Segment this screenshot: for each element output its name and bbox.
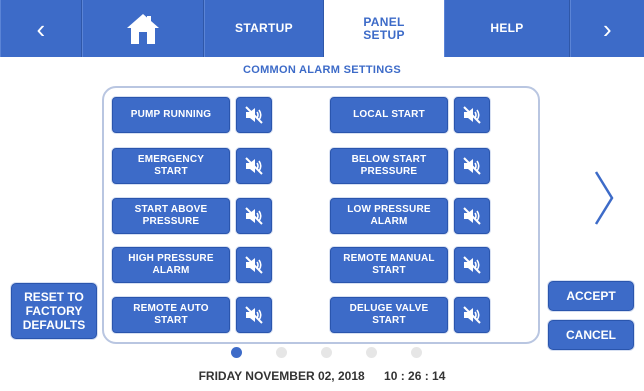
mute-toggle-button[interactable] <box>454 297 490 333</box>
reset-to-factory-defaults-button[interactable]: RESET TO FACTORY DEFAULTS <box>11 283 97 339</box>
mute-toggle-button[interactable] <box>454 97 490 133</box>
home-icon <box>127 13 159 44</box>
tab-help[interactable]: HELP <box>444 0 570 57</box>
section-title: COMMON ALARM SETTINGS <box>242 64 402 76</box>
tab-help-label: HELP <box>490 21 524 35</box>
tab-startup[interactable]: STARTUP <box>204 0 324 57</box>
alarm-button-label: DELUGE VALVE START <box>349 303 429 326</box>
speaker-muted-icon <box>463 256 481 274</box>
speaker-muted-icon <box>463 207 481 225</box>
alarm-button-left-3[interactable]: HIGH PRESSURE ALARM <box>112 247 230 283</box>
chevron-right-icon: › <box>603 13 612 44</box>
page-next-arrow-icon[interactable] <box>592 168 616 228</box>
tab-panel-setup-label: PANEL SETUP <box>363 14 405 42</box>
next-button[interactable]: › <box>570 0 644 57</box>
alarm-button-label: EMERGENCY START <box>137 154 205 177</box>
speaker-muted-icon <box>463 306 481 324</box>
pagination-dot-2[interactable] <box>276 347 287 358</box>
speaker-muted-icon <box>245 106 263 124</box>
tab-panel-setup[interactable]: PANEL SETUP <box>324 0 444 57</box>
mute-toggle-button[interactable] <box>236 148 272 184</box>
speaker-muted-icon <box>245 256 263 274</box>
speaker-muted-icon <box>245 207 263 225</box>
alarm-button-left-2[interactable]: START ABOVE PRESSURE <box>112 198 230 234</box>
footer-time: 10 : 26 : 14 <box>384 369 446 383</box>
alarm-button-right-0[interactable]: LOCAL START <box>330 97 448 133</box>
alarm-button-label: PUMP RUNNING <box>130 109 212 120</box>
mute-toggle-button[interactable] <box>236 198 272 234</box>
mute-toggle-button[interactable] <box>454 247 490 283</box>
accept-button-label: ACCEPT <box>566 289 616 303</box>
top-nav-bar: ‹ STARTUP PANEL SETUP HELP › <box>0 0 644 57</box>
accept-button[interactable]: ACCEPT <box>548 281 634 311</box>
footer-date: FRIDAY NOVEMBER 02, 2018 <box>198 369 365 383</box>
alarm-button-label: BELOW START PRESSURE <box>351 154 427 177</box>
alarm-button-label: HIGH PRESSURE ALARM <box>128 253 214 276</box>
mute-toggle-button[interactable] <box>454 148 490 184</box>
alarm-button-label: LOW PRESSURE ALARM <box>347 204 431 227</box>
footer-datetime: FRIDAY NOVEMBER 02, 2018 10 : 26 : 14 <box>0 369 644 383</box>
tab-startup-label: STARTUP <box>235 21 293 35</box>
alarm-button-label: START ABOVE PRESSURE <box>134 204 208 227</box>
alarm-button-left-0[interactable]: PUMP RUNNING <box>112 97 230 133</box>
alarm-button-label: REMOTE AUTO START <box>133 303 209 326</box>
cancel-button-label: CANCEL <box>566 328 616 342</box>
home-button[interactable] <box>82 0 204 57</box>
pagination-dot-1[interactable] <box>231 347 242 358</box>
chevron-left-icon: ‹ <box>36 13 46 44</box>
back-button[interactable]: ‹ <box>0 0 82 57</box>
pagination-dots <box>0 347 644 359</box>
alarm-button-right-4[interactable]: DELUGE VALVE START <box>330 297 448 333</box>
alarm-button-right-2[interactable]: LOW PRESSURE ALARM <box>330 198 448 234</box>
pagination-dot-4[interactable] <box>366 347 377 358</box>
alarm-button-left-1[interactable]: EMERGENCY START <box>112 148 230 184</box>
alarm-button-right-1[interactable]: BELOW START PRESSURE <box>330 148 448 184</box>
pagination-dot-5[interactable] <box>411 347 422 358</box>
mute-toggle-button[interactable] <box>454 198 490 234</box>
alarm-button-right-3[interactable]: REMOTE MANUAL START <box>330 247 448 283</box>
speaker-muted-icon <box>245 157 263 175</box>
cancel-button[interactable]: CANCEL <box>548 320 634 350</box>
reset-button-label: RESET TO FACTORY DEFAULTS <box>22 290 86 332</box>
alarm-button-label: REMOTE MANUAL START <box>343 253 435 276</box>
alarm-button-label: LOCAL START <box>353 109 425 120</box>
mute-toggle-button[interactable] <box>236 247 272 283</box>
speaker-muted-icon <box>463 157 481 175</box>
mute-toggle-button[interactable] <box>236 97 272 133</box>
mute-toggle-button[interactable] <box>236 297 272 333</box>
speaker-muted-icon <box>245 306 263 324</box>
speaker-muted-icon <box>463 106 481 124</box>
pagination-dot-3[interactable] <box>321 347 332 358</box>
alarm-button-left-4[interactable]: REMOTE AUTO START <box>112 297 230 333</box>
